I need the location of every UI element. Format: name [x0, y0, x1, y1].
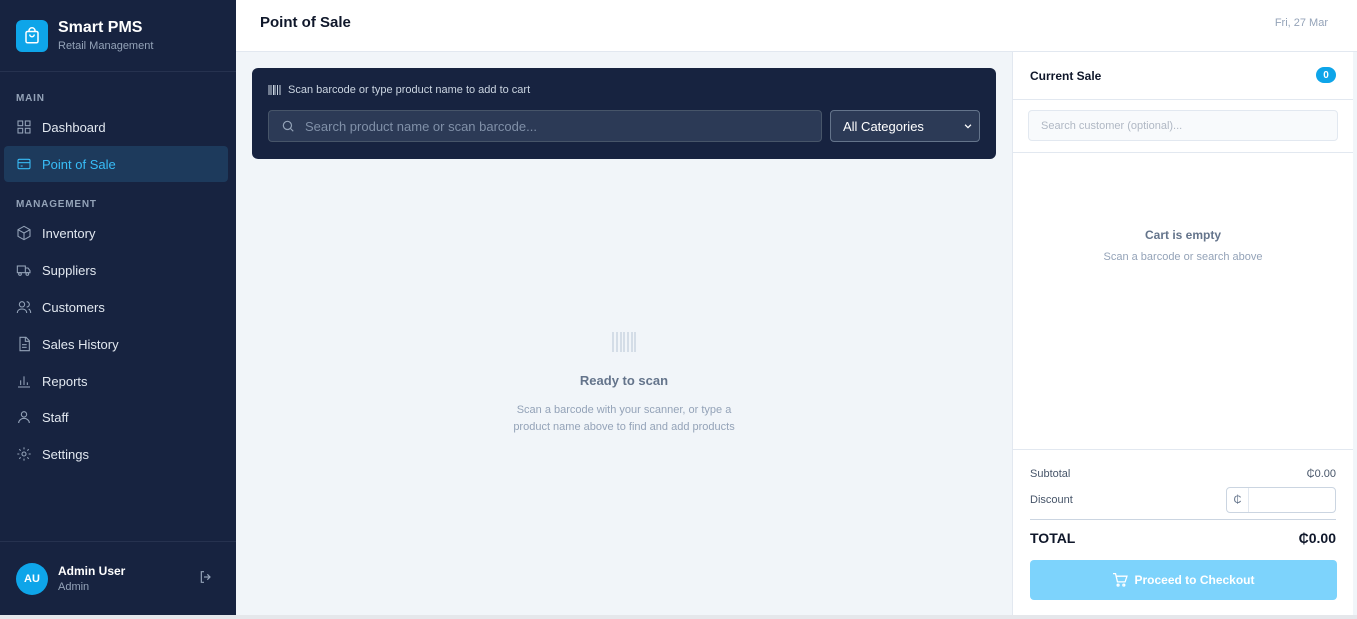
cart-count-badge: 0	[1316, 67, 1336, 83]
subtotal-row: Subtotal ₵0.00	[1030, 468, 1336, 480]
product-search-input[interactable]	[305, 118, 785, 134]
nav-section-main: MAIN	[16, 93, 45, 104]
avatar: AU	[16, 562, 48, 595]
scan-panel: Scan barcode or type product name to add…	[252, 68, 996, 159]
sidebar-item-label: Reports	[42, 373, 88, 389]
user-profile: AU Admin User Admin	[0, 541, 236, 615]
sidebar-item-sales-history[interactable]: Sales History	[4, 326, 228, 362]
product-search-box[interactable]	[268, 110, 822, 142]
totals-divider	[1030, 519, 1336, 520]
subtotal-value: ₵0.00	[1306, 468, 1336, 480]
box-icon	[17, 225, 31, 241]
sidebar-item-suppliers[interactable]: Suppliers	[4, 252, 228, 288]
sidebar-item-label: Dashboard	[42, 119, 106, 135]
chevron-down-icon	[964, 124, 972, 129]
sidebar-item-staff[interactable]: Staff	[4, 399, 228, 435]
search-icon	[282, 120, 294, 132]
cart-empty-state: Cart is empty Scan a barcode or search a…	[1013, 228, 1353, 263]
cart-empty-subtitle: Scan a barcode or search above	[1103, 251, 1263, 263]
cart-title: Current Sale	[1030, 69, 1102, 83]
user-icon	[18, 411, 30, 424]
checkout-label: Proceed to Checkout	[1134, 573, 1255, 587]
sidebar-item-point-of-sale[interactable]: Point of Sale	[4, 146, 228, 182]
discount-input[interactable]	[1255, 494, 1335, 506]
discount-label: Discount	[1030, 494, 1073, 506]
scan-hint-text: Scan barcode or type product name to add…	[288, 84, 531, 96]
user-role: Admin	[58, 581, 90, 593]
grid-icon	[17, 120, 31, 134]
bar-chart-icon	[18, 376, 30, 388]
header-date: Fri, 27 Mar	[1274, 17, 1328, 29]
checkout-button[interactable]: Proceed to Checkout	[1030, 560, 1337, 600]
empty-state: Ready to scan Scan a barcode with your s…	[252, 330, 996, 436]
sidebar-item-label: Suppliers	[42, 262, 97, 278]
sidebar-item-customers[interactable]: Customers	[4, 289, 228, 325]
file-icon	[19, 336, 30, 352]
barcode-scan-icon	[612, 332, 636, 352]
empty-state-description: Scan a barcode with your scanner, or typ…	[252, 402, 996, 436]
category-select-value: All Categories	[843, 118, 924, 134]
sidebar-item-dashboard[interactable]: Dashboard	[4, 109, 228, 145]
empty-state-line-2: product name above to find and add produ…	[513, 421, 735, 433]
sidebar-item-reports[interactable]: Reports	[4, 363, 228, 399]
total-value: ₵0.00	[1298, 530, 1336, 546]
window-bottom-edge	[0, 615, 1357, 619]
sidebar-item-label: Staff	[42, 409, 69, 425]
gear-icon	[17, 447, 31, 461]
page-title: Point of Sale	[260, 14, 351, 31]
brand-name: Smart PMS	[58, 19, 143, 36]
customer-search-input[interactable]	[1028, 110, 1338, 141]
cart-icon	[1113, 573, 1129, 587]
sidebar-item-inventory[interactable]: Inventory	[4, 215, 228, 251]
customer-search-area	[1013, 100, 1353, 153]
sidebar-item-label: Sales History	[42, 336, 119, 352]
cart-header: Current Sale 0	[1013, 52, 1353, 100]
sidebar-item-label: Inventory	[42, 225, 96, 241]
truck-icon	[16, 265, 31, 276]
barcode-icon	[268, 85, 281, 95]
category-select[interactable]: All Categories	[830, 110, 980, 142]
logout-icon[interactable]	[198, 569, 214, 585]
sidebar: Smart PMS Retail Management MAIN Dashboa…	[0, 0, 236, 615]
cart-panel: Current Sale 0 Cart is empty Scan a barc…	[1012, 52, 1353, 615]
cart-empty-title: Cart is empty	[1144, 228, 1222, 242]
currency-symbol: ₵	[1227, 488, 1249, 512]
pos-icon	[17, 158, 31, 170]
empty-state-line-1: Scan a barcode with your scanner, or typ…	[516, 404, 732, 416]
sidebar-item-label: Point of Sale	[42, 156, 116, 172]
cart-totals: Subtotal ₵0.00 Discount ₵ TOTAL ₵0.00 Pr…	[1013, 449, 1353, 600]
subtotal-label: Subtotal	[1030, 468, 1071, 480]
sidebar-item-settings[interactable]: Settings	[4, 436, 228, 472]
brand: Smart PMS Retail Management	[0, 0, 236, 72]
brand-subtitle: Retail Management	[58, 40, 154, 52]
nav-section-management: MANAGEMENT	[16, 199, 97, 210]
total-label: TOTAL	[1030, 530, 1076, 546]
page-header: Point of Sale Fri, 27 Mar	[236, 0, 1357, 52]
sidebar-item-label: Settings	[42, 446, 89, 462]
empty-state-title: Ready to scan	[579, 373, 669, 388]
users-icon	[16, 301, 32, 314]
scan-hint: Scan barcode or type product name to add…	[268, 84, 980, 96]
shopping-bag-icon	[16, 19, 48, 52]
user-name: Admin User	[58, 564, 126, 578]
total-row: TOTAL ₵0.00	[1030, 530, 1336, 546]
discount-field[interactable]: ₵	[1226, 487, 1336, 513]
sidebar-item-label: Customers	[42, 299, 105, 315]
